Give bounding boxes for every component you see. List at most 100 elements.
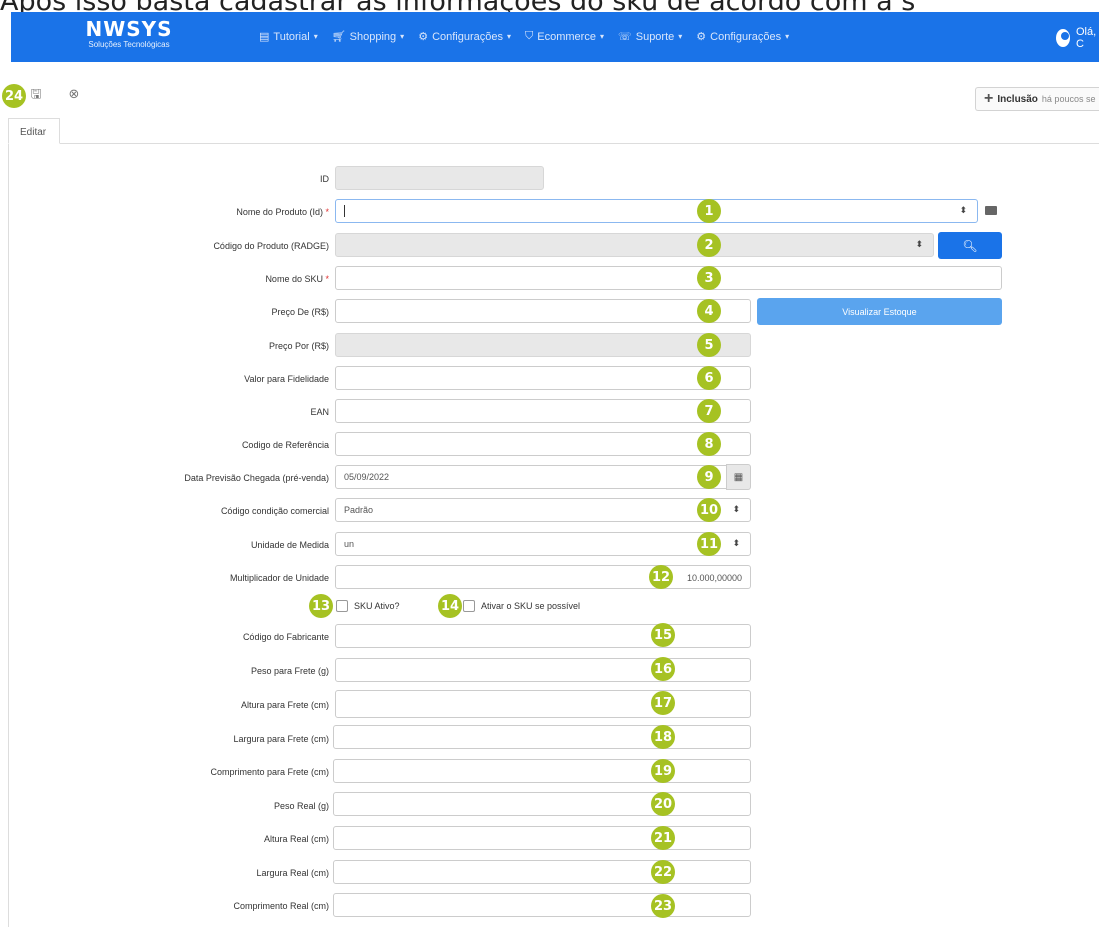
user-menu[interactable]: Olá, C xyxy=(1056,26,1099,50)
peso-frete-input[interactable] xyxy=(335,658,751,682)
callout-badge-6: 6 xyxy=(697,366,721,390)
chevron-down-icon: ▾ xyxy=(400,32,405,41)
sort-arrows-icon: ⬍ xyxy=(732,538,740,548)
menu-suporte[interactable]: ☏ Suporte ▾ xyxy=(618,30,683,44)
label-codigo-referencia: Codigo de Referência xyxy=(241,440,329,450)
menu-label: Suporte xyxy=(635,30,675,43)
preco-de-input[interactable] xyxy=(335,299,751,323)
altura-frete-input[interactable] xyxy=(335,690,751,718)
callout-badge-22: 22 xyxy=(651,860,675,884)
altura-real-input[interactable] xyxy=(333,826,751,850)
codigo-produto-select[interactable]: ⬍ xyxy=(335,233,934,257)
chevron-down-icon: ▾ xyxy=(599,32,604,41)
menu-shopping[interactable]: 🛒︎ Shopping ▾ xyxy=(331,30,405,44)
valor-fidelidade-input[interactable] xyxy=(335,366,751,390)
chevron-down-icon: ▾ xyxy=(678,32,683,41)
callout-badge-17: 17 xyxy=(651,691,675,715)
callout-badge-23: 23 xyxy=(651,894,675,918)
label-altura-frete: Altura para Frete (cm) xyxy=(240,700,329,710)
callout-badge-20: 20 xyxy=(651,792,675,816)
callout-badge-21: 21 xyxy=(651,826,675,850)
menu-label: Shopping xyxy=(349,30,397,43)
largura-frete-input[interactable] xyxy=(333,725,751,749)
codigo-fabricante-input[interactable] xyxy=(335,624,751,648)
label-nome-sku: Nome do SKU * xyxy=(265,274,329,284)
tab-divider xyxy=(8,143,1099,144)
condicao-comercial-value: Padrão xyxy=(344,505,374,515)
unidade-medida-select[interactable]: un ⬍ xyxy=(335,532,751,556)
visualizar-estoque-button[interactable]: Visualizar Estoque xyxy=(757,298,1002,325)
inclusao-label: Inclusão xyxy=(997,93,1038,105)
menu-configuracoes-2[interactable]: ⚙ Configurações ▾ xyxy=(696,30,789,44)
checkbox-box[interactable] xyxy=(336,600,348,612)
menu-tutorial[interactable]: ▤ Tutorial ▾ xyxy=(259,30,318,44)
comprimento-real-input[interactable] xyxy=(333,893,751,917)
callout-badge-10: 10 xyxy=(697,498,721,522)
sort-arrows-icon: ⬍ xyxy=(732,504,740,514)
callout-badge-11: 11 xyxy=(697,532,721,556)
nome-produto-select[interactable]: ⬍ xyxy=(335,199,978,223)
user-greeting: Olá, C xyxy=(1075,26,1097,50)
callout-badge-3: 3 xyxy=(697,266,721,290)
callout-badge-9: 9 xyxy=(697,465,721,489)
menu-configuracoes[interactable]: ⚙ Configurações ▾ xyxy=(418,30,512,44)
multiplicador-input[interactable]: 10.000,00000 xyxy=(335,565,751,589)
callout-badge-8: 8 xyxy=(697,432,721,456)
label-unidade-medida: Unidade de Medida xyxy=(250,540,329,550)
tab-editar[interactable]: Editar xyxy=(8,118,60,144)
unidade-medida-value: un xyxy=(344,539,355,549)
cart-icon: 🛒︎ xyxy=(331,31,346,43)
callout-badge-2: 2 xyxy=(697,233,721,257)
id-field xyxy=(335,166,544,190)
sku-ativo-checkbox[interactable]: SKU Ativo? xyxy=(336,600,400,612)
circle-x-icon[interactable]: ⊗ xyxy=(66,86,82,102)
search-button[interactable]: 🔍︎ xyxy=(938,232,1002,259)
label-valor-fidelidade: Valor para Fidelidade xyxy=(244,374,329,384)
gear-icon: ⚙ xyxy=(696,31,707,43)
menu-label: Tutorial xyxy=(273,30,310,43)
data-previsao-input[interactable]: 05/09/2022 xyxy=(335,465,727,489)
label-nome-produto: Nome do Produto (Id) * xyxy=(236,207,329,217)
codigo-referencia-input[interactable] xyxy=(335,432,751,456)
sort-arrows-icon: ⬍ xyxy=(959,205,967,215)
nome-sku-input[interactable] xyxy=(335,266,1002,290)
ativar-sku-label: Ativar o SKU se possível xyxy=(481,601,581,611)
label-largura-frete: Largura para Frete (cm) xyxy=(233,734,329,744)
callout-badge-18: 18 xyxy=(651,725,675,749)
preco-por-input xyxy=(335,333,751,357)
ativar-sku-checkbox[interactable]: Ativar o SKU se possível xyxy=(463,600,580,612)
save-icon[interactable]: 🖫 xyxy=(28,86,44,102)
sort-arrows-icon: ⬍ xyxy=(915,239,923,249)
checkbox-box[interactable] xyxy=(463,600,475,612)
logo-subtitle: Soluções Tecnológicas xyxy=(88,40,170,49)
top-navbar: NWSYS Soluções Tecnológicas ▤ Tutorial ▾ 🛒… xyxy=(11,12,1099,62)
peso-real-input[interactable] xyxy=(333,792,751,816)
book-icon: ▤ xyxy=(259,31,270,43)
text-cursor xyxy=(344,205,345,217)
callout-badge-5: 5 xyxy=(697,333,721,357)
label-altura-real: Altura Real (cm) xyxy=(263,834,329,844)
menu-ecommerce[interactable]: ⛉ Ecommerce ▾ xyxy=(525,30,604,43)
label-ean: EAN xyxy=(310,407,329,417)
callout-badge-19: 19 xyxy=(651,759,675,783)
inclusao-button[interactable]: + Inclusão há poucos se xyxy=(975,87,1099,111)
menu-label: Configurações xyxy=(710,30,782,43)
label-id: ID xyxy=(320,174,329,184)
largura-real-input[interactable] xyxy=(333,860,751,884)
plus-icon: + xyxy=(984,90,994,107)
callout-badge-16: 16 xyxy=(651,657,675,681)
menu-label: Configurações xyxy=(432,30,503,43)
chevron-down-icon: ▾ xyxy=(313,32,318,41)
ean-input[interactable] xyxy=(335,399,751,423)
chevron-down-icon: ▾ xyxy=(507,32,512,41)
card-icon[interactable] xyxy=(985,206,997,215)
label-data-previsao: Data Previsão Chegada (pré-venda) xyxy=(184,473,329,483)
basket-icon: ⛉ xyxy=(525,30,534,42)
condicao-comercial-select[interactable]: Padrão ⬍ xyxy=(335,498,751,522)
app-logo[interactable]: NWSYS Soluções Tecnológicas xyxy=(69,18,189,50)
callout-badge-24: 24 xyxy=(2,84,26,108)
multiplicador-value: 10.000,00000 xyxy=(686,573,742,583)
calendar-icon[interactable]: ▦ xyxy=(726,464,751,490)
content-border xyxy=(8,143,9,927)
comprimento-frete-input[interactable] xyxy=(333,759,751,783)
